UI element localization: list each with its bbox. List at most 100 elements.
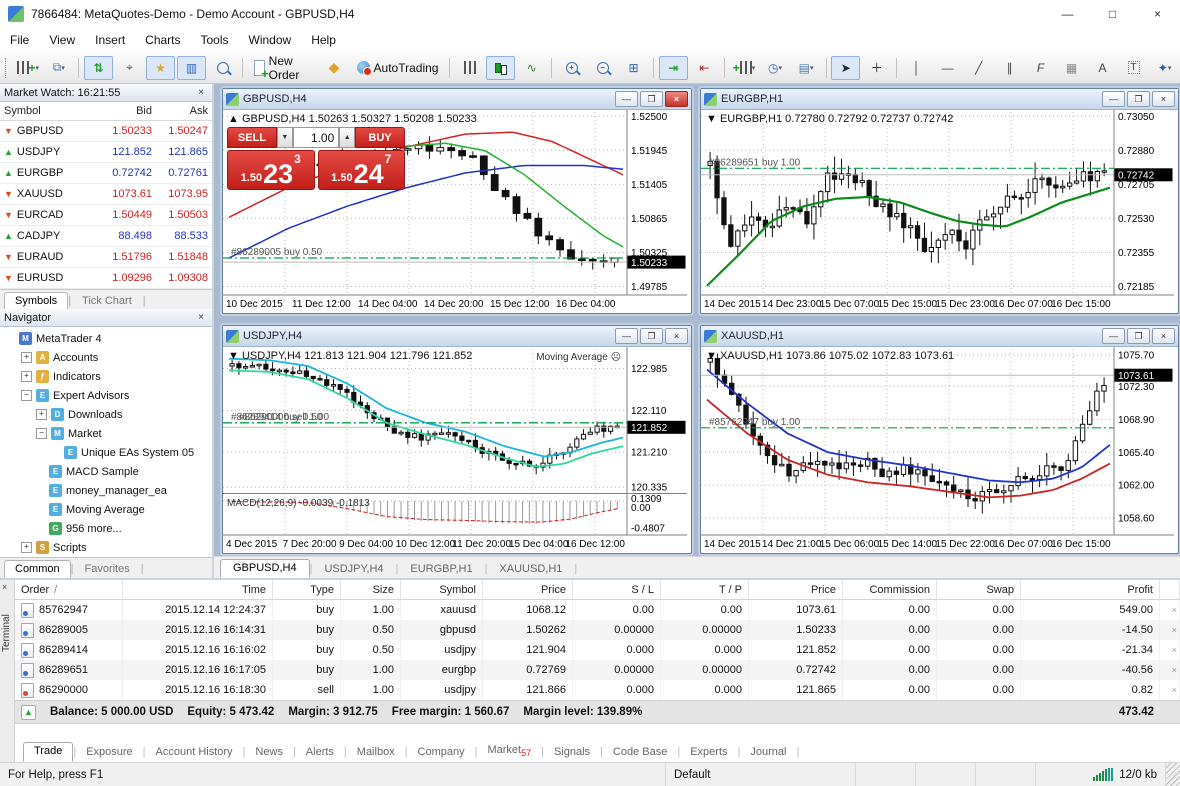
chart-tab-eurgbp-h1[interactable]: EURGBP,H1 — [398, 561, 484, 578]
chart-restore-button[interactable]: ❐ — [1127, 91, 1150, 107]
terminal-tab-signals[interactable]: Signals — [544, 744, 600, 762]
navigator-tab-common[interactable]: Common — [4, 560, 71, 579]
chart-restore-button[interactable]: ❐ — [640, 91, 663, 107]
text-label-button[interactable]: T — [1119, 56, 1148, 80]
navigator-toggle[interactable]: ★ — [146, 55, 176, 80]
price-chart-canvas[interactable]: 1075.70 1072.30 1068.90 1065.40 1062.00 1058.… — [701, 347, 1174, 550]
menu-item-charts[interactable]: Charts — [135, 33, 190, 47]
order-row-86290000[interactable]: 86290000 2015.12.16 16:18:30 sell 1.00 u… — [15, 680, 1180, 700]
chart-window-titlebar[interactable]: XAUUSD,H1 — ❐ × — [701, 326, 1178, 347]
tree-expander-icon[interactable]: + — [21, 352, 32, 363]
volume-increase-button[interactable]: ▲ — [339, 127, 356, 148]
chart-shift-button[interactable]: ⇤ — [690, 56, 719, 80]
fibonacci-button[interactable]: F — [1026, 56, 1055, 80]
navigator-item-market[interactable]: − M Market — [0, 424, 212, 443]
tree-expander-icon[interactable]: + — [36, 409, 47, 420]
order-row-86289414[interactable]: 86289414 2015.12.16 16:16:02 buy 0.50 us… — [15, 640, 1180, 660]
trendline-button[interactable]: ╱ — [964, 56, 993, 80]
market-watch-close-icon[interactable]: × — [194, 87, 208, 98]
navigator-item-unique-eas-system-05[interactable]: E Unique EAs System 05 — [0, 443, 212, 462]
close-order-icon[interactable]: × — [1160, 600, 1180, 620]
terminal-tab-journal[interactable]: Journal — [740, 744, 796, 762]
terminal-tab-company[interactable]: Company — [408, 744, 475, 762]
market-watch-row-usdjpy[interactable]: ▲ USDJPY 121.852 121.865 — [0, 142, 212, 163]
buy-price-quote[interactable]: 1.50 24 7 — [317, 150, 405, 190]
chart-minimize-button[interactable]: — — [615, 328, 638, 344]
strategy-tester-button[interactable] — [208, 56, 237, 80]
fibo-grid-button[interactable]: ▦ — [1057, 56, 1086, 80]
market-watch-row-euraud[interactable]: ▼ EURAUD 1.51796 1.51848 — [0, 247, 212, 268]
terminal-toggle[interactable]: ▥ — [177, 55, 207, 80]
market-watch-row-gbpusd[interactable]: ▼ GBPUSD 1.50233 1.50247 — [0, 121, 212, 142]
arrows-button[interactable]: ✦ ▾ — [1150, 56, 1179, 80]
market-watch-row-eurgbp[interactable]: ▲ EURGBP 0.72742 0.72761 — [0, 163, 212, 184]
column-symbol[interactable]: Symbol — [0, 102, 94, 120]
navigator-item-money-manager-ea[interactable]: E money_manager_ea — [0, 481, 212, 500]
zoom-out-button[interactable]: − — [588, 56, 617, 80]
navigator-item-indicators[interactable]: + ƒ Indicators — [0, 367, 212, 386]
chart-minimize-button[interactable]: — — [615, 91, 638, 107]
column-t-p[interactable]: T / P — [661, 580, 749, 600]
menu-item-tools[interactable]: Tools — [191, 33, 239, 47]
chart-close-button[interactable]: × — [665, 91, 688, 107]
indicators-button[interactable]: + ▾ — [730, 56, 759, 80]
volume-input[interactable]: 1.00 — [292, 127, 340, 148]
templates-button[interactable]: ▤ ▾ — [792, 56, 821, 80]
chart-window-titlebar[interactable]: USDJPY,H4 — ❐ × — [223, 326, 691, 347]
market-watch-row-cadjpy[interactable]: ▲ CADJPY 88.498 88.533 — [0, 226, 212, 247]
navigator-item-moving-average[interactable]: E Moving Average — [0, 500, 212, 519]
chart-close-button[interactable]: × — [1152, 91, 1175, 107]
periods-button[interactable]: ◷ ▾ — [761, 56, 790, 80]
status-profile[interactable]: Default — [666, 763, 856, 786]
autotrading-button[interactable]: AutoTrading — [350, 56, 446, 80]
maximize-button[interactable]: □ — [1090, 0, 1135, 28]
market-watch-toggle[interactable]: ⇅ — [84, 55, 114, 80]
volume-decrease-button[interactable]: ▼ — [276, 127, 293, 148]
sell-button[interactable]: SELL — [227, 127, 277, 148]
chart-window-titlebar[interactable]: EURGBP,H1 — ❐ × — [701, 89, 1178, 110]
menu-item-insert[interactable]: Insert — [85, 33, 135, 47]
column-bid[interactable]: Bid — [94, 102, 152, 120]
chart-restore-button[interactable]: ❐ — [1127, 328, 1150, 344]
terminal-tab-alerts[interactable]: Alerts — [296, 744, 344, 762]
close-order-icon[interactable]: × — [1160, 660, 1180, 680]
column-profit[interactable]: Profit — [1021, 580, 1160, 600]
column-price[interactable]: Price — [483, 580, 573, 600]
order-row-86289005[interactable]: 86289005 2015.12.16 16:14:31 buy 0.50 gb… — [15, 620, 1180, 640]
tree-expander-icon[interactable]: − — [36, 428, 47, 439]
close-button[interactable]: × — [1135, 0, 1180, 28]
terminal-tab-account-history[interactable]: Account History — [146, 744, 243, 762]
menu-item-help[interactable]: Help — [301, 33, 346, 47]
terminal-tab-market[interactable]: Market57 — [477, 742, 541, 762]
auto-scroll-button[interactable]: ⇥ — [658, 55, 688, 80]
crosshair-button[interactable]: ＋ — [862, 56, 891, 80]
cursor-button[interactable]: ➤ — [831, 55, 861, 80]
chart-close-button[interactable]: × — [665, 328, 688, 344]
column-symbol[interactable]: Symbol — [401, 580, 483, 600]
terminal-tab-experts[interactable]: Experts — [680, 744, 737, 762]
tile-windows-button[interactable]: ⊞ — [619, 56, 648, 80]
horizontal-line-button[interactable]: — — [933, 56, 962, 80]
navigator-item-accounts[interactable]: + A Accounts — [0, 348, 212, 367]
terminal-tab-exposure[interactable]: Exposure — [76, 744, 142, 762]
menu-item-file[interactable]: File — [0, 33, 39, 47]
price-chart-canvas[interactable]: 122.985122.110121.210120.335#86289414 bu… — [223, 347, 687, 550]
column-size[interactable]: Size — [341, 580, 401, 600]
chart-tab-xauusd-h1[interactable]: XAUUSD,H1 — [487, 561, 574, 578]
line-chart-mode-button[interactable]: ∿ — [517, 56, 546, 80]
column-ask[interactable]: Ask — [152, 102, 212, 120]
terminal-tab-code-base[interactable]: Code Base — [603, 744, 677, 762]
navigator-close-icon[interactable]: × — [194, 312, 208, 323]
navigator-item-expert-advisors[interactable]: − E Expert Advisors — [0, 386, 212, 405]
column-order[interactable]: Order / — [15, 580, 123, 600]
column-time[interactable]: Time — [123, 580, 273, 600]
navigator-item-metatrader-4[interactable]: M MetaTrader 4 — [0, 329, 212, 348]
buy-button[interactable]: BUY — [355, 127, 405, 148]
chart-tab-gbpusd-h4[interactable]: GBPUSD,H4 — [220, 559, 310, 578]
text-button[interactable]: A — [1088, 56, 1117, 80]
tree-expander-icon[interactable]: − — [21, 390, 32, 401]
column-s-l[interactable]: S / L — [573, 580, 661, 600]
close-order-icon[interactable]: × — [1160, 620, 1180, 640]
candlestick-mode-button[interactable] — [486, 55, 516, 80]
sell-price-quote[interactable]: 1.50 23 3 — [227, 150, 315, 190]
